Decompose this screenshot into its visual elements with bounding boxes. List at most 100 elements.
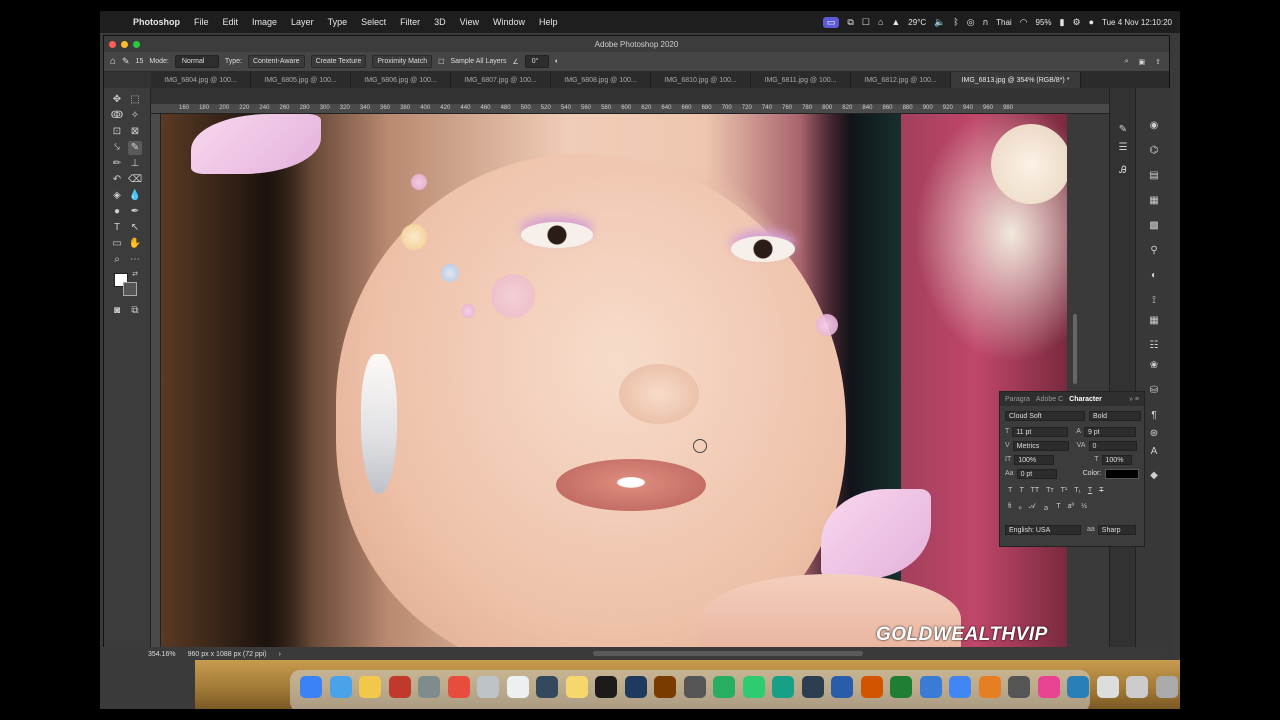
all-caps-button[interactable]: TT <box>1031 487 1040 494</box>
learn-icon[interactable]: ⌬ <box>1146 143 1162 159</box>
menu-help[interactable]: Help <box>532 17 565 27</box>
antialias-dropdown[interactable]: Sharp <box>1097 524 1136 535</box>
menu-window[interactable]: Window <box>486 17 532 27</box>
dock-app-icon[interactable] <box>477 676 499 698</box>
dock-app-icon[interactable] <box>831 676 853 698</box>
screen-mirroring-icon[interactable]: ▭ <box>822 16 840 28</box>
search-icon[interactable]: ⌕ <box>1125 58 1129 66</box>
proximity-match-button[interactable]: Proximity Match <box>372 55 433 68</box>
volume-icon[interactable]: 🔈 <box>934 17 945 28</box>
dock-app-icon[interactable] <box>506 676 529 698</box>
dock-app-icon[interactable] <box>742 676 765 698</box>
screenshot-icon[interactable]: ⧉ <box>847 17 853 28</box>
dock-app-icon[interactable] <box>1008 676 1030 698</box>
dock-app-icon[interactable] <box>772 676 794 698</box>
sample-all-layers-checkbox[interactable]: ☐ <box>438 58 444 66</box>
adjustments-icon[interactable]: ◐ <box>1146 268 1162 284</box>
history-brush-tool-icon[interactable]: ↶ <box>110 173 124 187</box>
small-caps-button[interactable]: Tт <box>1046 487 1053 494</box>
patterns-icon[interactable]: ▩ <box>1146 218 1162 234</box>
brush-settings-icon[interactable]: ✎ <box>1115 122 1131 138</box>
horizontal-scale-field[interactable]: 100% <box>1101 454 1132 465</box>
horizontal-ruler[interactable]: 160 180 200 220 240 260 280 300 320 340 360 380 400 4… <box>151 104 1111 114</box>
zoom-tool-icon[interactable]: ⌕ <box>110 253 124 267</box>
navigator-icon[interactable]: ⊛ <box>1146 426 1162 442</box>
menu-image[interactable]: Image <box>245 17 284 27</box>
document-canvas[interactable]: GOLDWEALTHVIP <box>161 114 1067 660</box>
document-tab-active[interactable]: IMG_6813.jpg @ 354% (RGB/8*) * <box>951 72 1081 88</box>
dock-app-icon[interactable] <box>565 676 588 698</box>
paths-icon[interactable]: ⟟ <box>1146 293 1162 309</box>
properties-icon[interactable]: ☷ <box>1146 338 1162 354</box>
titling-button[interactable]: T <box>1056 503 1060 513</box>
dock-app-icon[interactable] <box>300 676 322 698</box>
dock-app-icon[interactable] <box>595 676 617 698</box>
swatches-icon[interactable]: ▦ <box>1146 193 1162 209</box>
dock-app-icon[interactable] <box>447 676 470 698</box>
menu-type[interactable]: Type <box>321 17 355 27</box>
healing-brush-tool-icon[interactable]: ✎ <box>122 56 130 67</box>
blur-tool-icon[interactable]: 💧 <box>128 189 142 203</box>
language-dropdown[interactable]: English: USA <box>1005 524 1081 535</box>
create-texture-button[interactable]: Create Texture <box>310 55 367 68</box>
airdrop-icon[interactable]: ◎ <box>967 17 975 28</box>
eraser-tool-icon[interactable]: ⌫ <box>128 173 142 187</box>
dock-app-icon[interactable] <box>860 676 883 698</box>
input-source-label[interactable]: Thai <box>996 18 1012 27</box>
adjust-sliders-icon[interactable]: ☰ <box>1115 140 1131 156</box>
dock-app-icon[interactable] <box>359 676 381 698</box>
history-icon[interactable]: ⛁ <box>1146 383 1162 399</box>
share-icon[interactable]: ⇪ <box>1155 58 1161 66</box>
battery-icon[interactable]: ▮ <box>1060 17 1065 28</box>
dock-app-icon[interactable] <box>418 676 440 698</box>
old-style-button[interactable]: ℴ <box>1019 503 1022 513</box>
dock-app-icon[interactable] <box>1037 676 1060 698</box>
sample-all-layers-label[interactable]: Sample All Layers <box>450 58 506 65</box>
input-source-icon[interactable]: ก <box>983 15 988 29</box>
swash-button[interactable]: 𝒜 <box>1029 503 1036 513</box>
document-tab[interactable]: IMG_6805.jpg @ 100... <box>251 72 351 88</box>
tab-character[interactable]: Character <box>1069 396 1102 403</box>
dock-app-icon[interactable] <box>329 676 352 698</box>
control-center-icon[interactable]: ⚙ <box>1073 17 1081 28</box>
document-tab[interactable]: IMG_6806.jpg @ 100... <box>351 72 451 88</box>
layers-icon[interactable]: ◆ <box>1146 468 1162 484</box>
magic-wand-tool-icon[interactable]: ✧ <box>128 109 142 123</box>
brush-tool-icon[interactable]: ✏ <box>110 157 124 171</box>
strikethrough-button[interactable]: T <box>1099 487 1103 494</box>
background-color-swatch[interactable] <box>123 282 137 296</box>
dock-app-icon[interactable] <box>536 676 558 698</box>
content-aware-button[interactable]: Content-Aware <box>247 55 305 68</box>
lasso-tool-icon[interactable]: ↂ <box>110 109 124 123</box>
font-style-dropdown[interactable]: Bold <box>1089 410 1141 421</box>
superscript-button[interactable]: T¹ <box>1061 487 1068 494</box>
marquee-tool-icon[interactable]: ⬚ <box>128 93 142 107</box>
quick-mask-icon[interactable]: ◙ <box>110 304 124 318</box>
angle-field[interactable]: 0° <box>524 55 549 68</box>
document-tab[interactable]: IMG_6812.jpg @ 100... <box>851 72 951 88</box>
healing-brush-tool-icon[interactable]: ✎ <box>128 141 142 155</box>
libraries-icon[interactable]: ▤ <box>1146 168 1162 184</box>
mode-dropdown[interactable]: Normal <box>174 55 219 68</box>
menu-edit[interactable]: Edit <box>216 17 246 27</box>
pen-tool-icon[interactable]: ✒ <box>128 205 142 219</box>
horizontal-scrollbar[interactable] <box>593 651 863 656</box>
dock-app-icon[interactable] <box>1126 676 1148 698</box>
text-color-swatch[interactable] <box>1105 468 1140 479</box>
pressure-icon[interactable]: ◐ <box>555 58 559 65</box>
paint-bucket-tool-icon[interactable]: ◈ <box>110 189 124 203</box>
hand-tool-icon[interactable]: ✋ <box>128 237 142 251</box>
zoom-readout[interactable]: 354.16% <box>148 651 176 658</box>
subscript-button[interactable]: T₁ <box>1074 487 1081 494</box>
dock-app-icon[interactable] <box>1096 676 1119 698</box>
dock-app-icon[interactable] <box>890 676 912 698</box>
vertical-scrollbar[interactable] <box>1073 314 1077 384</box>
drive-icon[interactable]: ⌂ <box>878 17 883 27</box>
menu-file[interactable]: File <box>187 17 216 27</box>
menu-layer[interactable]: Layer <box>284 17 321 27</box>
crop-tool-icon[interactable]: ⊡ <box>110 125 124 139</box>
vertical-ruler[interactable] <box>151 114 161 660</box>
panel-menu-icon[interactable]: » ≡ <box>1129 396 1144 403</box>
font-size-field[interactable]: 11 pt <box>1012 426 1069 437</box>
faux-bold-button[interactable]: T <box>1008 487 1012 494</box>
